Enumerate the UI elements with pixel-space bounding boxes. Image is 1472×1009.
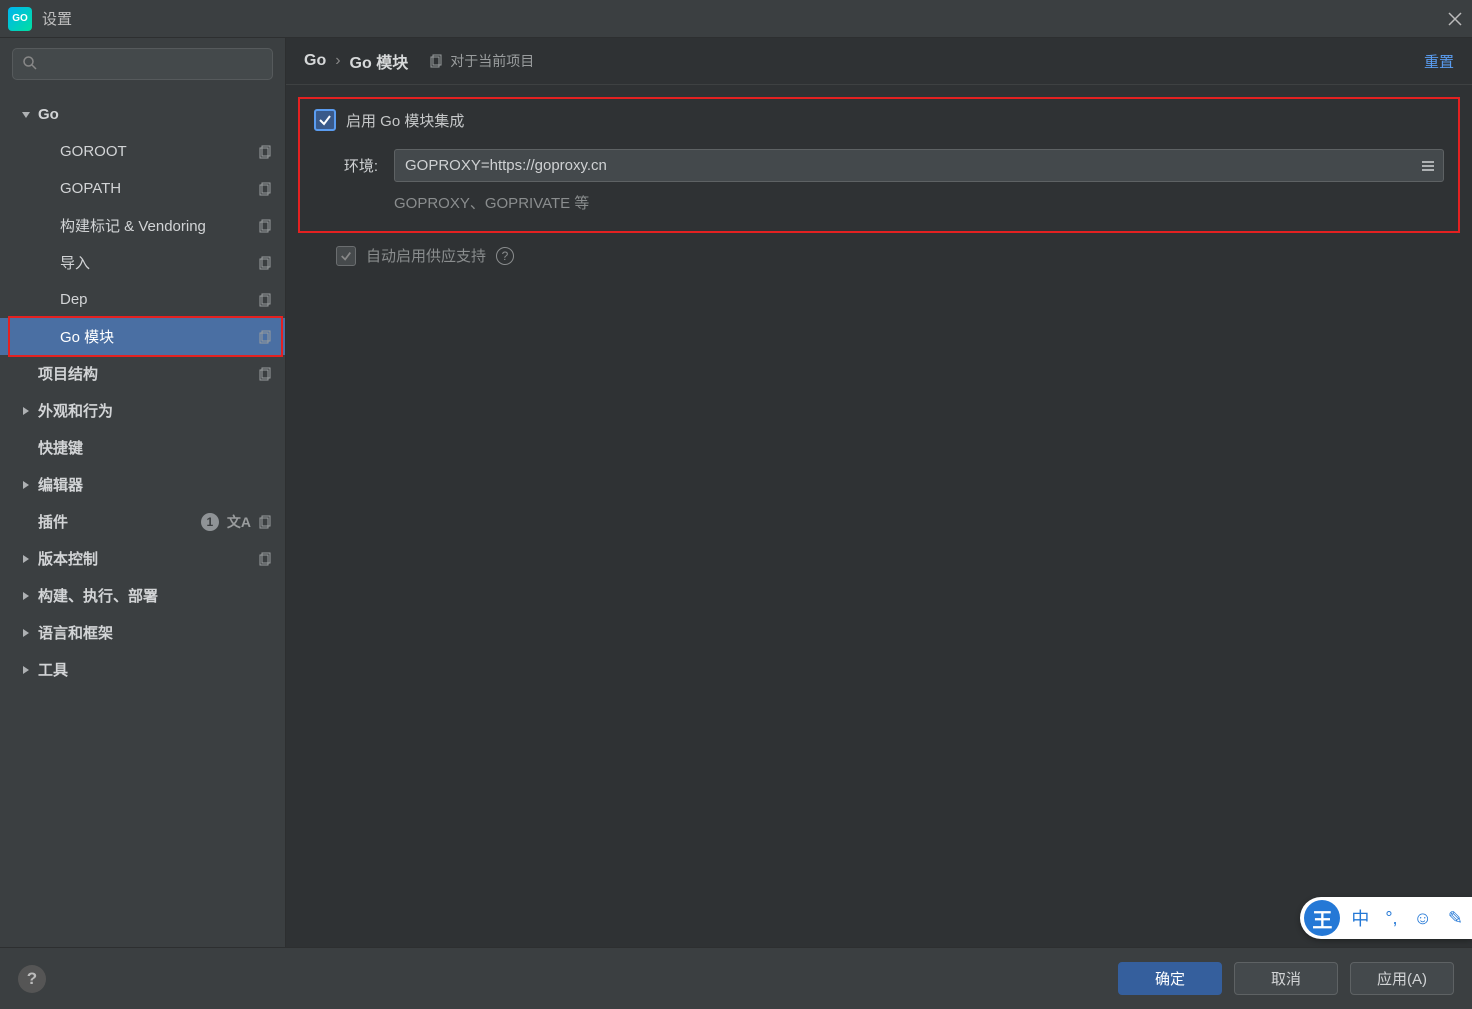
main: Go GOROOT GOPATH 构建标记 & Vendoring 导入 Dep Go 模块… (0, 38, 1472, 947)
enable-go-modules-checkbox[interactable] (314, 109, 336, 131)
tree-item[interactable]: Go (0, 96, 285, 133)
tree-item[interactable]: 编辑器 (0, 466, 285, 503)
copy-icon (259, 293, 273, 307)
copy-icon (259, 182, 273, 196)
tree-item-label: 导入 (60, 252, 90, 273)
tree-item[interactable]: GOPATH (0, 170, 285, 207)
ime-toolbar[interactable]: 王 中 °, ☺ ✎ (1300, 897, 1472, 939)
tree-item-label: Go 模块 (60, 326, 114, 347)
ime-lang[interactable]: 中 (1346, 905, 1374, 931)
chevron-right-icon[interactable] (18, 588, 34, 604)
tree-item[interactable]: 插件 1 文A (0, 503, 285, 540)
window-title: 设置 (42, 8, 72, 29)
enable-go-modules-label: 启用 Go 模块集成 (346, 110, 464, 131)
search-wrap (0, 38, 285, 90)
tree-item-label: 构建、执行、部署 (38, 585, 158, 606)
search-input[interactable] (12, 48, 273, 80)
tree-item-label: 快捷键 (38, 437, 83, 458)
enable-go-modules-row: 启用 Go 模块集成 (314, 109, 1444, 131)
auto-vendor-row: 自动启用供应支持 ? (298, 233, 1460, 266)
tree-item[interactable]: 外观和行为 (0, 392, 285, 429)
scope-label: 对于当前项目 (430, 51, 534, 71)
tree-item-label: 插件 (38, 511, 68, 532)
highlight-outline (8, 316, 283, 357)
tree-item-label: 外观和行为 (38, 400, 113, 421)
chevron-right-icon[interactable] (18, 551, 34, 567)
copy-icon (259, 145, 273, 159)
chevron-right-icon[interactable] (18, 477, 34, 493)
tree-item[interactable]: 工具 (0, 651, 285, 688)
tree-item-label: 编辑器 (38, 474, 83, 495)
content: Go › Go 模块 对于当前项目 重置 启用 Go 模块集成 环境: (286, 38, 1472, 947)
highlighted-section: 启用 Go 模块集成 环境: GOPROXY、GOPRIVATE 等 (298, 97, 1460, 233)
tree-item-label: GOPATH (60, 180, 121, 197)
copy-icon (259, 515, 273, 529)
help-button[interactable]: ? (18, 965, 46, 993)
ime-punct-icon[interactable]: °, (1380, 908, 1402, 929)
copy-icon (259, 256, 273, 270)
environment-row: 环境: (314, 149, 1444, 182)
breadcrumb-item[interactable]: Go (304, 52, 326, 70)
tree-item[interactable]: 构建标记 & Vendoring (0, 207, 285, 244)
copy-icon (259, 219, 273, 233)
tree-item[interactable]: GOROOT (0, 133, 285, 170)
help-icon[interactable]: ? (496, 247, 514, 265)
tree-item-label: 语言和框架 (38, 622, 113, 643)
breadcrumb-item: Go 模块 (350, 49, 409, 73)
tree-item-label: 版本控制 (38, 548, 98, 569)
copy-icon (430, 54, 444, 68)
environment-input[interactable] (394, 149, 1444, 182)
ime-emoji-icon[interactable]: ☺ (1409, 908, 1437, 929)
cancel-button[interactable]: 取消 (1234, 962, 1338, 995)
sidebar: Go GOROOT GOPATH 构建标记 & Vendoring 导入 Dep Go 模块… (0, 38, 286, 947)
tree-item[interactable]: 版本控制 (0, 540, 285, 577)
titlebar: GO 设置 (0, 0, 1472, 38)
close-icon[interactable] (1446, 10, 1464, 28)
tree-item-label: GOROOT (60, 143, 127, 160)
chevron-right-icon[interactable] (18, 662, 34, 678)
environment-label: 环境: (314, 155, 378, 176)
chevron-right-icon[interactable] (18, 625, 34, 641)
tree-item[interactable]: 构建、执行、部署 (0, 577, 285, 614)
auto-vendor-checkbox (336, 246, 356, 266)
ime-main-icon[interactable]: 王 (1304, 900, 1340, 936)
environment-input-wrap (394, 149, 1444, 182)
tree-item[interactable]: 快捷键 (0, 429, 285, 466)
reset-link[interactable]: 重置 (1424, 51, 1454, 72)
tree-item-label: Dep (60, 291, 88, 308)
translate-icon: 文A (227, 512, 251, 532)
chevron-right-icon[interactable] (18, 403, 34, 419)
environment-hint: GOPROXY、GOPRIVATE 等 (314, 192, 1444, 213)
chevron-down-icon[interactable] (18, 107, 34, 123)
apply-button[interactable]: 应用(A) (1350, 962, 1454, 995)
form-panel: 启用 Go 模块集成 环境: GOPROXY、GOPRIVATE 等 (286, 85, 1472, 278)
footer-buttons: 确定 取消 应用(A) (1118, 962, 1454, 995)
expand-list-icon[interactable] (1415, 153, 1440, 178)
tree-item-label: 工具 (38, 659, 68, 680)
auto-vendor-label: 自动启用供应支持 (366, 245, 486, 266)
app-icon: GO (8, 7, 32, 31)
tree-item-label: 项目结构 (38, 363, 98, 384)
tree-item[interactable]: 导入 (0, 244, 285, 281)
tree-item[interactable]: Dep (0, 281, 285, 318)
tree-item-label: 构建标记 & Vendoring (60, 215, 206, 236)
footer: ? 确定 取消 应用(A) (0, 947, 1472, 1009)
ime-edit-icon[interactable]: ✎ (1443, 908, 1468, 929)
tree-item-label: Go (38, 106, 59, 123)
count-badge: 1 (201, 513, 219, 531)
tree-item[interactable]: Go 模块 (0, 318, 285, 355)
copy-icon (259, 552, 273, 566)
breadcrumb: Go › Go 模块 对于当前项目 重置 (286, 38, 1472, 85)
settings-tree: Go GOROOT GOPATH 构建标记 & Vendoring 导入 Dep Go 模块… (0, 90, 285, 947)
chevron-right-icon: › (335, 52, 340, 70)
tree-item[interactable]: 语言和框架 (0, 614, 285, 651)
ok-button[interactable]: 确定 (1118, 962, 1222, 995)
copy-icon (259, 330, 273, 344)
copy-icon (259, 367, 273, 381)
tree-item[interactable]: 项目结构 (0, 355, 285, 392)
